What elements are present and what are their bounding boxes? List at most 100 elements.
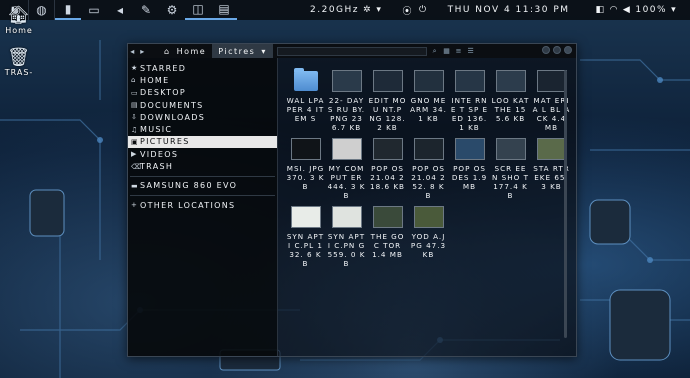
volume-icon[interactable]: ◀ <box>623 5 631 15</box>
file-item[interactable]: EDIT MOU NT.P NG 128.2 KB <box>367 68 408 132</box>
forward-button[interactable]: ▸ <box>138 47 148 56</box>
status-area: 2.20GHz ✲ ▾ ⦿ ⏻ THU NOV 4 11:30 PM ◧ ◠ ◀… <box>310 0 677 20</box>
sidebar-item-downloads[interactable]: ⇩ Downloads <box>128 111 277 123</box>
image-thumbnail <box>536 68 567 94</box>
sidebar-item-documents[interactable]: ▤ Documents <box>128 99 277 111</box>
sidebar-item-label: Downloads <box>140 112 206 122</box>
scrollbar[interactable] <box>564 70 567 338</box>
folder-icon <box>291 68 321 94</box>
file-item[interactable]: YOD A.JPG 47.3 KB <box>408 204 449 268</box>
menu-icon[interactable]: ☰ <box>467 47 476 55</box>
sidebar-item-label: Other Locations <box>140 200 236 210</box>
sidebar-item-desktop[interactable]: ▭ Desktop <box>128 87 277 99</box>
image-thumbnail <box>331 136 362 162</box>
file-item[interactable]: 22- DAY S RU BY.PNG 236.7 KB <box>326 68 367 132</box>
terminal-icon[interactable]: ▭ <box>81 0 107 20</box>
trash-icon: 🗑︎ <box>7 47 31 68</box>
file-item[interactable]: SYN APTI C.PN G 559. 0 KB <box>326 204 367 268</box>
system-menu-icon[interactable]: ▾ <box>671 5 677 15</box>
file-name: INTE RNE T SP EED 136.1 KB <box>450 96 489 132</box>
file-name: 22- DAY S RU BY.PNG 236.7 KB <box>327 96 366 132</box>
notes-icon[interactable]: ▤ <box>211 0 237 20</box>
header-bar: ◂ ▸ ⌂ Home Pictres ▾ ⌕ ▦ ≡ ☰ <box>128 44 576 58</box>
sidebar-item-music[interactable]: ♫ Music <box>128 123 277 135</box>
files-icon[interactable]: ▮ <box>55 0 81 20</box>
trash-icon: ⌫ <box>131 162 143 171</box>
image-thumbnail <box>290 136 321 162</box>
sidebar-item-label: Samsung 860 EVO <box>140 181 238 191</box>
editor-icon[interactable]: ✎ <box>133 0 159 20</box>
sidebar-item-pictures[interactable]: ▣ Pictures <box>128 135 277 149</box>
file-item[interactable]: THE GOC TOR 1.4 MB <box>367 204 408 268</box>
file-item[interactable]: GNO ME ARM 34.1 KB <box>408 68 449 132</box>
file-name: YOD A.JPG 47.3 KB <box>410 232 447 259</box>
chevron-down-icon[interactable]: ✲ ▾ <box>363 5 382 15</box>
file-item[interactable]: POP OS 21.04 252. 8 KB <box>408 136 449 200</box>
sidebar-item-label: Music <box>140 125 173 135</box>
home-icon: ⌂ <box>164 46 171 56</box>
file-item[interactable]: SYN APTI C.PL 132. 6 KB <box>285 204 326 268</box>
image-thumbnail <box>454 68 485 94</box>
file-manager-window: ◂ ▸ ⌂ Home Pictres ▾ ⌕ ▦ ≡ ☰ ★ Starred ⌂ H… <box>127 43 577 357</box>
sidebar-item-label: Pictures <box>140 137 190 147</box>
home-folder-icon: 🏠︎ <box>7 5 31 26</box>
arrow-icon[interactable]: ◂ <box>107 0 133 20</box>
image-thumbnail <box>413 204 444 230</box>
maximize-button[interactable] <box>553 46 561 54</box>
battery-indicator[interactable]: 100% <box>635 5 667 15</box>
view-toggle-icon[interactable]: ▦ <box>443 47 452 55</box>
back-button[interactable]: ◂ <box>128 47 138 56</box>
file-name: SCR EEN SHO T 177.4 KB <box>492 164 529 200</box>
cpu-frequency[interactable]: 2.20GHz <box>310 5 359 15</box>
sidebar-divider <box>130 194 275 196</box>
sidebar-item-starred[interactable]: ★ Starred <box>128 62 277 74</box>
power-icon[interactable]: ⏻ <box>419 5 428 15</box>
settings-gear-icon[interactable]: ⚙ <box>159 0 185 20</box>
file-name: LOO KAT THE 155.6 KB <box>491 96 530 123</box>
image-thumbnail <box>372 136 403 162</box>
desktop-home[interactable]: 🏠︎ Home <box>2 5 36 36</box>
sidebar-item-videos[interactable]: ▶ Videos <box>128 148 277 160</box>
file-item[interactable]: LOO KAT THE 155.6 KB <box>490 68 531 132</box>
breadcrumb-current[interactable]: Pictres ▾ <box>212 44 273 58</box>
wifi-icon[interactable]: ◠ <box>610 5 619 15</box>
sidebar-item-drive[interactable]: ▬ Samsung 860 EVO <box>128 180 277 192</box>
file-name: EDIT MOU NT.P NG 128.2 KB <box>368 96 407 132</box>
file-item[interactable]: POP OS DES 1.9 MB <box>449 136 490 200</box>
clock[interactable]: THU NOV 4 11:30 PM <box>448 5 570 15</box>
sidebar-item-label: Desktop <box>140 88 187 98</box>
file-item[interactable]: SCR EEN SHO T 177.4 KB <box>490 136 531 200</box>
file-item[interactable]: MY COM PUT ER 444. 3 KB <box>326 136 367 200</box>
breadcrumb-home[interactable]: ⌂ Home <box>158 44 212 58</box>
file-item[interactable]: WAL LPA PER 4 ITEM S <box>285 68 326 132</box>
music-icon: ♫ <box>131 125 139 134</box>
image-thumbnail <box>413 68 444 94</box>
dropbox-icon[interactable]: ⦿ <box>402 4 413 17</box>
sidebar-item-other-locations[interactable]: + Other Locations <box>128 199 277 211</box>
sidebar-divider <box>130 175 275 177</box>
minimize-button[interactable] <box>542 46 550 54</box>
chevron-down-icon: ▾ <box>261 46 267 56</box>
image-thumbnail <box>331 204 362 230</box>
file-item[interactable]: POP OS 21.04 218.6 KB <box>367 136 408 200</box>
sidebar-item-label: Trash <box>140 162 174 172</box>
video-icon: ▶ <box>131 150 138 159</box>
top-panel: ◉ ◍ ▮ ▭ ◂ ✎ ⚙ ◫ ▤ 2.20GHz ✲ ▾ ⦿ ⏻ THU NO… <box>0 0 690 20</box>
header-tools: ⌕ ▦ ≡ ☰ <box>431 47 476 56</box>
close-button[interactable] <box>564 46 572 54</box>
location-bar[interactable] <box>276 46 427 56</box>
file-name: GNO ME ARM 34.1 KB <box>410 96 447 123</box>
file-item[interactable]: MSI. JPG 370. 3 KB <box>285 136 326 200</box>
image-thumbnail <box>536 136 567 162</box>
window-icon[interactable]: ◫ <box>185 0 211 20</box>
notifications-icon[interactable]: ◧ <box>596 5 606 15</box>
sort-icon[interactable]: ≡ <box>455 47 464 55</box>
image-thumbnail <box>372 204 403 230</box>
sidebar-item-home[interactable]: ⌂ Home <box>128 74 277 86</box>
desktop-trash[interactable]: 🗑︎ TRAS- <box>2 47 36 78</box>
image-thumbnail <box>495 68 526 94</box>
search-icon[interactable]: ⌕ <box>431 47 440 56</box>
image-thumbnail <box>372 68 403 94</box>
file-item[interactable]: INTE RNE T SP EED 136.1 KB <box>449 68 490 132</box>
sidebar-item-trash[interactable]: ⌫ Trash <box>128 160 277 172</box>
